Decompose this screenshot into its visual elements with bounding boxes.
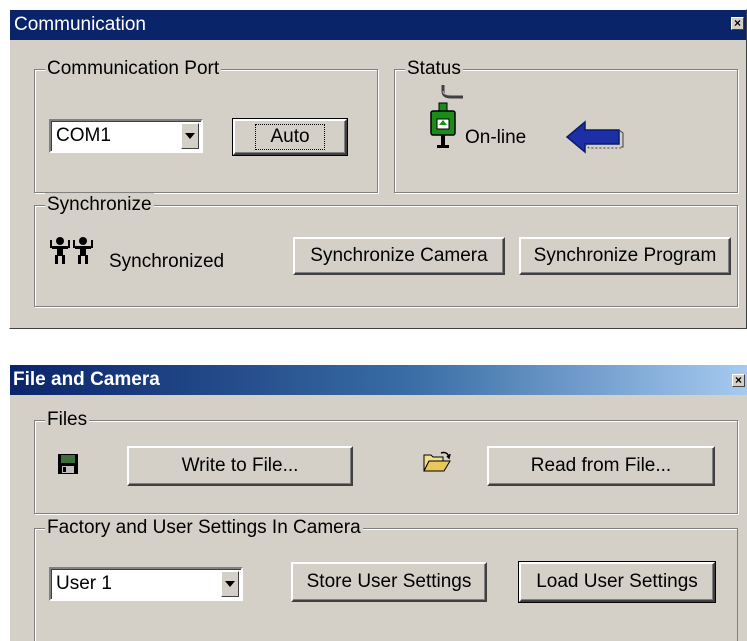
open-folder-icon — [423, 451, 451, 472]
chevron-down-icon[interactable] — [181, 123, 199, 149]
communication-window: Communication × Communication Port COM1 … — [9, 9, 747, 329]
settings-group: Factory and User Settings In Camera User… — [34, 516, 738, 641]
synchronize-label: Synchronize — [45, 193, 154, 217]
communication-port-group: Communication Port COM1 Auto — [34, 57, 378, 193]
file-camera-window: File and Camera × Files Write to File...… — [9, 365, 747, 641]
chevron-down-icon[interactable] — [221, 571, 239, 597]
status-text: On-line — [465, 127, 527, 148]
auto-button[interactable]: Auto — [232, 118, 348, 156]
people-icon — [50, 237, 93, 264]
file-camera-titlebar[interactable]: File and Camera × — [10, 365, 747, 395]
communication-port-label: Communication Port — [45, 57, 222, 81]
write-to-file-label: Write to File... — [181, 455, 299, 476]
write-to-file-button[interactable]: Write to File... — [127, 446, 353, 486]
load-user-settings-button[interactable]: Load User Settings — [518, 561, 716, 603]
plug-icon — [430, 85, 463, 148]
synchronize-status-text: Synchronized — [109, 251, 225, 272]
status-label: Status — [405, 57, 463, 81]
read-from-file-label: Read from File... — [530, 455, 672, 476]
synchronize-camera-button[interactable]: Synchronize Camera — [293, 237, 505, 275]
communication-title: Communication — [14, 14, 146, 35]
user-settings-select[interactable]: User 1 — [49, 567, 243, 601]
file-camera-title: File and Camera — [13, 369, 160, 390]
synchronize-camera-label: Synchronize Camera — [310, 245, 488, 266]
files-group: Files Write to File... Read from File... — [34, 408, 738, 514]
read-from-file-button[interactable]: Read from File... — [487, 446, 715, 486]
store-user-settings-button[interactable]: Store User Settings — [291, 562, 487, 602]
status-group: Status On-line — [394, 57, 738, 193]
com-port-value: COM1 — [56, 125, 111, 146]
load-user-settings-label: Load User Settings — [536, 571, 698, 592]
files-label: Files — [45, 408, 90, 432]
floppy-disk-icon — [58, 454, 78, 474]
synchronize-program-button[interactable]: Synchronize Program — [519, 237, 731, 275]
close-icon[interactable]: × — [731, 17, 744, 30]
communication-titlebar[interactable]: Communication × — [10, 10, 746, 40]
synchronize-program-label: Synchronize Program — [533, 245, 717, 266]
close-icon[interactable]: × — [732, 374, 745, 387]
user-settings-value: User 1 — [56, 573, 112, 594]
auto-button-label: Auto — [255, 124, 325, 150]
store-user-settings-label: Store User Settings — [306, 571, 472, 592]
com-port-select[interactable]: COM1 — [49, 119, 203, 153]
settings-label: Factory and User Settings In Camera — [45, 516, 363, 540]
arrow-left-icon — [565, 120, 624, 154]
synchronize-group: Synchronize Synchronized Synchronize Cam… — [34, 193, 738, 307]
